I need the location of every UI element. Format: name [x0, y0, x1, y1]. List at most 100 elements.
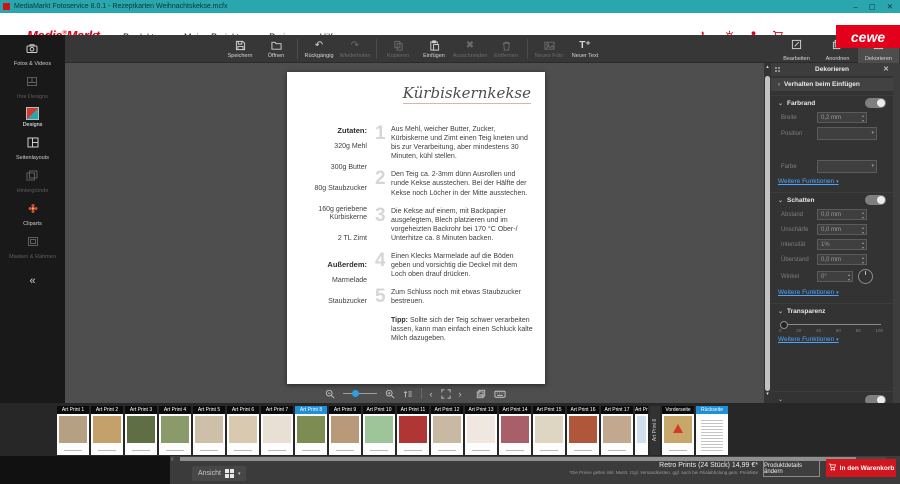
recipe-card-page[interactable]: Kürbiskernkekse Zutaten: 320g Mehl300g B… — [287, 72, 545, 384]
cut-button[interactable]: ✖ Ausschneiden — [452, 40, 488, 59]
thumb-caption — [268, 447, 286, 451]
front-page-thumb[interactable]: Vorderseite — [662, 406, 694, 455]
partial-section-toggle[interactable] — [865, 395, 886, 404]
fit-page-icon[interactable] — [403, 389, 413, 399]
drag-handle-icon[interactable] — [775, 67, 781, 72]
photo-icon — [544, 40, 555, 52]
keyboard-icon[interactable] — [494, 389, 506, 399]
filmstrip-thumb[interactable]: Art Print 17 — [601, 406, 633, 455]
fullscreen-icon[interactable] — [441, 389, 451, 399]
filmstrip-thumb[interactable]: Art Print 9 — [329, 406, 361, 455]
next-page-icon[interactable]: › — [459, 389, 462, 399]
sidebar-collapse-button[interactable]: « — [29, 275, 35, 287]
minimize-icon[interactable]: – — [853, 2, 857, 11]
filmstrip-thumb[interactable]: Art Print 8 — [295, 406, 327, 455]
sidebar-item-seitenlayouts[interactable]: Seitenlayouts — [16, 135, 49, 161]
zoom-slider-knob[interactable] — [352, 390, 359, 397]
filmstrip-thumb[interactable]: Art Print 15 — [533, 406, 565, 455]
thumb-caption — [64, 447, 82, 451]
filmstrip-thumb[interactable]: Art Print 18 — [635, 406, 648, 455]
filmstrip-thumb[interactable]: Art Print 7 — [261, 406, 293, 455]
filmstrip: Art Print 1 Art Print 2 Art Print 3 Art … — [0, 403, 900, 456]
transparenz-slider[interactable] — [781, 324, 881, 325]
save-button[interactable]: Speichern — [222, 40, 258, 59]
prev-page-icon[interactable]: ‹ — [430, 389, 433, 399]
view-mode-dropdown[interactable]: Ansicht ▾ — [192, 466, 246, 481]
filmstrip-thumb[interactable]: Art Print 1 — [57, 406, 89, 455]
copy-button[interactable]: Kopieren — [380, 40, 416, 59]
filmstrip-thumb[interactable]: Art Print 6 — [227, 406, 259, 455]
ueberstand-input[interactable]: 0,0 mm▴▾ — [817, 254, 867, 265]
new-text-button[interactable]: T⁺ Neuer Text — [567, 40, 603, 59]
winkel-input[interactable]: 0°▴▾ — [817, 271, 853, 282]
scroll-up-icon[interactable]: ▴ — [764, 64, 771, 70]
schatten-section-header[interactable]: ⌄ Schatten — [771, 192, 893, 207]
folder-icon — [271, 40, 282, 52]
duplicate-page-icon[interactable] — [476, 389, 486, 399]
thumb-caption — [608, 447, 626, 451]
back-page-thumb[interactable]: Rückseite — [696, 406, 728, 455]
redo-button[interactable]: ↷ Wiederholen — [337, 40, 373, 59]
filmstrip-thumb[interactable]: Art Print 2 — [91, 406, 123, 455]
maximize-icon[interactable]: ▢ — [869, 2, 876, 11]
intensitaet-input[interactable]: 1%▴▾ — [817, 239, 867, 250]
editor-canvas[interactable]: Kürbiskernkekse Zutaten: 320g Mehl300g B… — [65, 63, 765, 403]
steps-column[interactable]: 1Aus Mehl, weicher Butter, Zucker, Kürbi… — [375, 125, 533, 343]
paste-button[interactable]: Einfügen — [416, 40, 452, 59]
filmstrip-thumb[interactable]: Art Print 11 — [397, 406, 429, 455]
transparenz-section-header[interactable]: ⌄ Transparenz — [771, 303, 893, 318]
transparenz-more-link[interactable]: Weitere Funktionen ▾ — [771, 333, 893, 346]
tab-bearbeiten[interactable]: Bearbeiten — [776, 35, 817, 63]
recipe-step: 1Aus Mehl, weicher Butter, Zucker, Kürbi… — [375, 125, 533, 161]
insert-behavior-row[interactable]: › Verhalten beim Einfügen — [771, 78, 893, 91]
filmstrip-thumb[interactable]: Art Print 16 — [567, 406, 599, 455]
strip-scrollbar-thumb[interactable] — [180, 457, 856, 461]
panel-scrollbar[interactable]: ▴ ▾ — [764, 63, 771, 403]
save-icon — [235, 40, 246, 52]
add-to-cart-button[interactable]: In den Warenkorb — [826, 459, 896, 477]
scroll-down-icon[interactable]: ▾ — [764, 391, 771, 397]
price-fine-print: *Die Preise gelten inkl. MwSt. zzgl. Ver… — [528, 470, 758, 475]
angle-dial[interactable] — [858, 269, 873, 284]
sidebar-item-hintergruende[interactable]: Hintergründe — [17, 168, 49, 194]
chevron-right-icon: › — [778, 82, 780, 88]
breite-input[interactable]: 0,2 mm▴▾ — [817, 112, 867, 123]
farbrand-toggle[interactable] — [865, 98, 886, 108]
filmstrip-thumb[interactable]: Art Print 12 — [431, 406, 463, 455]
unschaerfe-input[interactable]: 0,0 mm▴▾ — [817, 224, 867, 235]
abstand-input[interactable]: 0,0 mm▴▾ — [817, 209, 867, 220]
zoom-in-icon[interactable] — [385, 389, 395, 399]
sidebar-item-cliparts[interactable]: Cliparts — [23, 201, 42, 227]
sidebar-item-ihre-designs[interactable]: Ihre Designs — [17, 74, 48, 100]
ingredients-column[interactable]: Zutaten: 320g Mehl300g Butter80g Staubzu… — [295, 126, 367, 319]
zoom-out-icon[interactable] — [325, 389, 335, 399]
zoom-bar: ‹ › — [65, 385, 765, 402]
zoom-slider[interactable] — [343, 393, 377, 394]
recipe-title[interactable]: Kürbiskernkekse — [403, 84, 531, 104]
extra-item: Marmelade — [295, 277, 367, 286]
product-details-button[interactable]: Produktdetails ändern — [763, 460, 820, 477]
farbrand-more-link[interactable]: Weitere Funktionen ▾ — [771, 175, 893, 188]
delete-button[interactable]: Entfernen — [488, 40, 524, 59]
close-icon[interactable]: ✕ — [887, 2, 893, 11]
filmstrip-thumb[interactable]: Art Print 13 — [465, 406, 497, 455]
panel-scrollbar-thumb[interactable] — [765, 76, 770, 391]
new-photo-button[interactable]: Neues Foto — [531, 40, 567, 59]
position-dropdown[interactable]: ▾ — [817, 127, 877, 140]
sidebar-item-designs[interactable]: Designs — [23, 107, 43, 128]
filmstrip-thumb[interactable]: Art Print 3 — [125, 406, 157, 455]
filmstrip-thumb[interactable]: Art Print 10 — [363, 406, 395, 455]
filmstrip-thumb[interactable]: Art Print 14 — [499, 406, 531, 455]
filmstrip-thumb[interactable]: Art Print 4 — [159, 406, 191, 455]
panel-close-icon[interactable]: ✕ — [883, 65, 889, 73]
filmstrip-thumb[interactable]: Art Print 5 — [193, 406, 225, 455]
farbe-dropdown[interactable]: ▾ — [817, 160, 877, 173]
farbrand-section-header[interactable]: ⌄ Farbrand — [771, 95, 893, 110]
open-button[interactable]: Öffnen — [258, 40, 294, 59]
sidebar-item-fotos-videos[interactable]: Fotos & Videos — [14, 41, 51, 67]
schatten-more-link[interactable]: Weitere Funktionen ▾ — [771, 286, 893, 299]
schatten-toggle[interactable] — [865, 195, 886, 205]
sidebar-item-masken-rahmen[interactable]: Masken & Rahmen — [9, 234, 56, 260]
undo-button[interactable]: ↶ Rückgängig — [301, 40, 337, 59]
transparenz-slider-knob[interactable] — [780, 321, 788, 329]
